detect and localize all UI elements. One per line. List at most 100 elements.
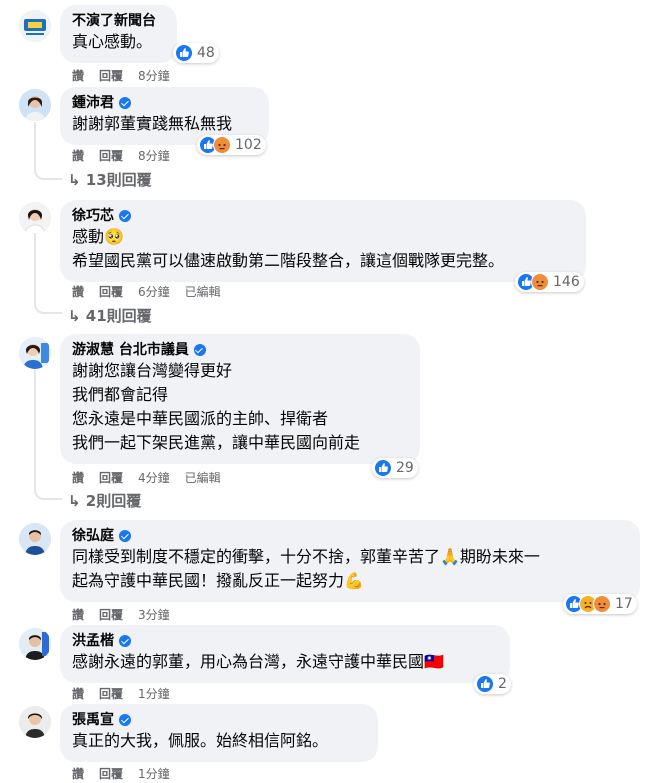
author-name[interactable]: 洪孟楷 xyxy=(72,632,114,650)
comment-bubble: 徐巧芯 感動🥺 希望國民黨可以儘速啟動第二階段整合，讓這個戰隊更完整。 xyxy=(60,200,586,282)
comment-bubble: 張禹宣 真正的大我，佩服。始終相信阿銘。 xyxy=(60,704,378,762)
avatar[interactable] xyxy=(19,337,51,369)
comment-text: 謝謝郭董實踐無私無我 xyxy=(72,114,233,133)
like-button[interactable]: 讚 xyxy=(72,469,84,486)
thread-connector xyxy=(34,160,62,180)
comment-actions: 讚 回覆 1分鐘 xyxy=(72,765,185,782)
comment-author[interactable]: 張禹宣 xyxy=(72,711,366,729)
reply-button[interactable]: 回覆 xyxy=(99,606,123,623)
avatar[interactable] xyxy=(19,202,51,234)
edited-label[interactable]: 已編輯 xyxy=(185,283,221,300)
comment-actions: 讚 回覆 6分鐘 已編輯 xyxy=(72,283,236,300)
thumbs-up-icon xyxy=(476,675,494,693)
view-replies-link[interactable]: ↳ 41則回覆 xyxy=(68,305,152,326)
view-replies-link[interactable]: ↳ 13則回覆 xyxy=(68,169,152,190)
verified-badge-icon xyxy=(119,530,131,542)
reaction-count: 146 xyxy=(553,274,580,290)
reaction-count: 102 xyxy=(235,137,262,153)
angry-face-icon xyxy=(593,595,611,613)
angry-face-icon xyxy=(531,273,549,291)
reply-button[interactable]: 回覆 xyxy=(99,469,123,486)
thread-line xyxy=(34,370,36,490)
reply-button[interactable]: 回覆 xyxy=(99,147,123,164)
thumbs-up-icon xyxy=(175,44,193,62)
comment-text: 我們一起下架民進黨，讓中華民國向前走 xyxy=(72,433,361,452)
comment-actions: 讚 回覆 1分鐘 xyxy=(72,685,185,702)
thread-connector xyxy=(34,296,62,314)
timestamp[interactable]: 1分鐘 xyxy=(138,765,170,782)
reply-button[interactable]: 回覆 xyxy=(99,283,123,300)
comment-actions: 讚 回覆 8分鐘 xyxy=(72,67,185,84)
reaction-summary[interactable]: 17 xyxy=(563,594,637,614)
comment-text: 我們都會記得 xyxy=(72,385,169,404)
reply-arrow-icon: ↳ xyxy=(68,171,86,189)
author-name[interactable]: 不演了新聞台 xyxy=(72,12,156,30)
verified-badge-icon xyxy=(119,97,131,109)
author-name[interactable]: 鍾沛君 xyxy=(72,94,114,112)
comment-author[interactable]: 游淑慧 台北市議員 xyxy=(72,341,408,359)
like-button[interactable]: 讚 xyxy=(72,283,84,300)
comment-text: 真心感動。 xyxy=(72,32,153,51)
comment-author[interactable]: 不演了新聞台 xyxy=(72,12,165,30)
comment-bubble: 洪孟楷 感謝永遠的郭董，用心為台灣，永遠守護中華民國🇹🇼 xyxy=(60,625,510,683)
view-replies-link[interactable]: ↳ 2則回覆 xyxy=(68,490,141,511)
comment-author[interactable]: 鍾沛君 xyxy=(72,94,257,112)
reaction-summary[interactable]: 48 xyxy=(173,43,219,63)
timestamp[interactable]: 6分鐘 xyxy=(138,283,170,300)
reply-button[interactable]: 回覆 xyxy=(99,765,123,782)
comment-author[interactable]: 洪孟楷 xyxy=(72,632,498,650)
comment-bubble: 游淑慧 台北市議員 謝謝您讓台灣變得更好 我們都會記得 您永遠是中華民國派的主帥… xyxy=(60,334,420,464)
timestamp[interactable]: 8分鐘 xyxy=(138,67,170,84)
comment-text: 同樣受到制度不穩定的衝擊，十分不捨，郭董辛苦了🙏期盼未來一 xyxy=(72,547,540,566)
comment-text: 感動🥺 xyxy=(72,227,124,246)
comment-bubble: 徐弘庭 同樣受到制度不穩定的衝擊，十分不捨，郭董辛苦了🙏期盼未來一 起為守護中華… xyxy=(60,520,640,602)
author-name[interactable]: 徐弘庭 xyxy=(72,527,114,545)
like-button[interactable]: 讚 xyxy=(72,606,84,623)
like-button[interactable]: 讚 xyxy=(72,685,84,702)
reaction-summary[interactable]: 29 xyxy=(372,458,418,478)
verified-badge-icon xyxy=(119,635,131,647)
thumbs-up-icon xyxy=(374,459,392,477)
avatar[interactable] xyxy=(19,706,51,738)
comment-author[interactable]: 徐弘庭 xyxy=(72,527,628,545)
author-name[interactable]: 徐巧芯 xyxy=(72,207,114,225)
comment-actions: 讚 回覆 3分鐘 xyxy=(72,606,185,623)
timestamp[interactable]: 3分鐘 xyxy=(138,606,170,623)
like-button[interactable]: 讚 xyxy=(72,147,84,164)
verified-badge-icon xyxy=(193,344,206,356)
avatar[interactable] xyxy=(19,10,51,42)
reply-button[interactable]: 回覆 xyxy=(99,685,123,702)
timestamp[interactable]: 4分鐘 xyxy=(138,469,170,486)
like-button[interactable]: 讚 xyxy=(72,67,84,84)
author-name[interactable]: 游淑慧 台北市議員 xyxy=(72,341,189,359)
reply-button[interactable]: 回覆 xyxy=(99,67,123,84)
edited-label[interactable]: 已編輯 xyxy=(185,469,221,486)
comment-author[interactable]: 徐巧芯 xyxy=(72,207,574,225)
comment-text: 起為守護中華民國！撥亂反正一起努力💪 xyxy=(72,571,364,590)
reaction-count: 17 xyxy=(615,596,633,612)
reaction-summary[interactable]: 2 xyxy=(474,674,511,694)
like-button[interactable]: 讚 xyxy=(72,765,84,782)
reaction-summary[interactable]: 146 xyxy=(515,272,584,292)
timestamp[interactable]: 8分鐘 xyxy=(138,147,170,164)
avatar[interactable] xyxy=(19,89,51,121)
reply-arrow-icon: ↳ xyxy=(68,492,86,510)
thread-connector xyxy=(34,482,62,500)
comment-actions: 讚 回覆 8分鐘 xyxy=(72,147,185,164)
avatar[interactable] xyxy=(19,523,51,555)
comment-text: 謝謝您讓台灣變得更好 xyxy=(72,361,233,380)
reaction-summary[interactable]: 102 xyxy=(197,135,266,155)
timestamp[interactable]: 1分鐘 xyxy=(138,685,170,702)
comment-text: 感謝永遠的郭董，用心為台灣，永遠守護中華民國🇹🇼 xyxy=(72,652,444,671)
reaction-count: 29 xyxy=(396,460,414,476)
reaction-count: 2 xyxy=(498,676,507,692)
verified-badge-icon xyxy=(119,714,131,726)
reply-arrow-icon: ↳ xyxy=(68,307,86,325)
thread-line xyxy=(34,234,36,304)
author-name[interactable]: 張禹宣 xyxy=(72,711,114,729)
comment-actions: 讚 回覆 4分鐘 已編輯 xyxy=(72,469,236,486)
angry-face-icon xyxy=(213,136,231,154)
comment-text: 希望國民黨可以儘速啟動第二階段整合，讓這個戰隊更完整。 xyxy=(72,251,505,270)
comment-bubble: 不演了新聞台 真心感動。 xyxy=(60,5,177,63)
avatar[interactable] xyxy=(19,628,51,660)
